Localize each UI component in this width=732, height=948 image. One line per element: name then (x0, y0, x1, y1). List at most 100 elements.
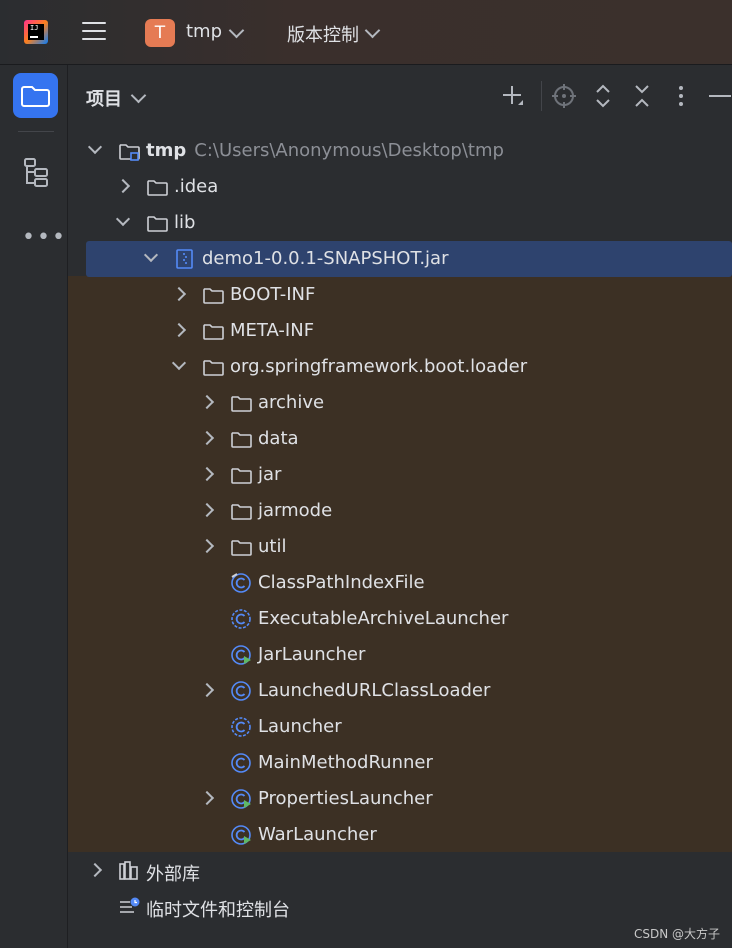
tree-row[interactable]: Launcher (68, 709, 732, 745)
tree-row[interactable]: ClassPathIndexFile (68, 565, 732, 601)
folder-icon (231, 468, 252, 484)
class-icon (231, 681, 251, 701)
item-name: MainMethodRunner (258, 752, 433, 773)
main-menu-button[interactable] (82, 22, 106, 42)
tree-row[interactable]: LaunchedURLClassLoader (68, 673, 732, 709)
tree-item-label: ClassPathIndexFile (258, 572, 425, 593)
item-name: LaunchedURLClassLoader (258, 680, 491, 701)
folder-icon (203, 324, 224, 340)
tree-item-label: JarLauncher (258, 644, 365, 665)
item-path: C:\Users\Anonymous\Desktop\tmp (194, 140, 504, 161)
chevron-right-icon[interactable] (199, 394, 215, 410)
tree-row[interactable]: data (68, 421, 732, 457)
abstract-class-icon (231, 717, 251, 737)
runnable-class-icon (231, 789, 251, 809)
project-tool-button[interactable] (13, 73, 58, 118)
module-folder-icon (119, 144, 140, 161)
project-name-dropdown[interactable]: tmp (186, 21, 222, 42)
tree-item-label: BOOT-INF (230, 284, 315, 305)
minimize-icon[interactable] (706, 83, 732, 109)
chevron-right-icon[interactable] (171, 286, 187, 302)
tree-item-label: WarLauncher (258, 824, 377, 845)
tree-row[interactable]: util (68, 529, 732, 565)
runnable-class-icon (231, 645, 251, 665)
chevron-right-icon[interactable] (87, 862, 103, 878)
item-name: PropertiesLauncher (258, 788, 433, 809)
tree-item-label: .idea (174, 176, 218, 197)
item-name: JarLauncher (258, 644, 366, 665)
item-name: jar (258, 464, 282, 485)
tree-row[interactable]: 外部库 (68, 853, 732, 889)
tree-item-label: 外部库 (146, 860, 200, 886)
tree-item-label: tmp C:\Users\Anonymous\Desktop\tmp (146, 140, 504, 161)
watermark: CSDN @大方子 (633, 927, 720, 941)
tree-row[interactable]: jarmode (68, 493, 732, 529)
item-name: jarmode (258, 500, 333, 521)
tree-row[interactable]: tmp C:\Users\Anonymous\Desktop\tmp (68, 133, 732, 169)
tree-row[interactable]: org.springframework.boot.loader (68, 349, 732, 385)
tree-row[interactable]: archive (68, 385, 732, 421)
tree-row[interactable]: WarLauncher (68, 817, 732, 853)
expand-all-icon[interactable] (590, 83, 616, 109)
chevron-right-icon[interactable] (199, 466, 215, 482)
divider (18, 131, 54, 132)
chevron-down-icon[interactable] (115, 211, 131, 227)
tree-item-label: util (258, 536, 286, 557)
add-icon[interactable] (500, 83, 526, 109)
tree-row[interactable]: JarLauncher (68, 637, 732, 673)
structure-icon[interactable] (22, 157, 50, 187)
abstract-class-icon (231, 609, 251, 629)
more-vertical-icon[interactable] (668, 83, 694, 109)
project-badge[interactable]: T (145, 19, 175, 47)
folder-icon (231, 396, 252, 412)
title-bar: IJ T tmp 版本控制 (0, 0, 732, 65)
vcs-dropdown[interactable]: 版本控制 (287, 21, 359, 47)
tree-item-label: LaunchedURLClassLoader (258, 680, 490, 701)
item-name: tmp (146, 140, 187, 161)
chevron-right-icon[interactable] (115, 178, 131, 194)
folder-icon (21, 86, 50, 107)
folder-icon (231, 432, 252, 448)
more-tools-icon[interactable]: ••• (22, 225, 67, 250)
locate-icon[interactable] (551, 83, 577, 109)
chevron-right-icon[interactable] (199, 538, 215, 554)
chevron-right-icon[interactable] (199, 502, 215, 518)
item-name: ClassPathIndexFile (258, 572, 425, 593)
tree-row[interactable]: ExecutableArchiveLauncher (68, 601, 732, 637)
tree-item-label: archive (258, 392, 324, 413)
item-name: demo1-0.0.1-SNAPSHOT.jar (202, 248, 449, 269)
item-name: lib (174, 212, 196, 233)
chevron-right-icon[interactable] (199, 682, 215, 698)
chevron-right-icon[interactable] (199, 430, 215, 446)
intellij-logo-icon[interactable]: IJ (24, 20, 48, 44)
class-link-icon (231, 573, 251, 593)
chevron-right-icon[interactable] (171, 322, 187, 338)
item-name: org.springframework.boot.loader (230, 356, 528, 377)
tree-row[interactable]: demo1-0.0.1-SNAPSHOT.jar (68, 241, 732, 277)
tree-item-label: 临时文件和控制台 (146, 896, 290, 922)
divider (541, 81, 542, 111)
folder-icon (147, 216, 168, 232)
chevron-down-icon[interactable] (130, 87, 147, 104)
item-name: util (258, 536, 287, 557)
collapse-all-icon[interactable] (629, 83, 655, 109)
chevron-down-icon[interactable] (171, 355, 187, 371)
tree-row[interactable]: .idea (68, 169, 732, 205)
folder-icon (231, 504, 252, 520)
tree-row[interactable]: jar (68, 457, 732, 493)
chevron-down-icon[interactable] (228, 22, 245, 39)
item-name: Launcher (258, 716, 342, 737)
tool-window-bar: ••• (0, 65, 68, 948)
tree-row[interactable]: PropertiesLauncher (68, 781, 732, 817)
item-name: 临时文件和控制台 (146, 900, 290, 921)
item-name: ExecutableArchiveLauncher (258, 608, 509, 629)
chevron-right-icon[interactable] (199, 790, 215, 806)
panel-title[interactable]: 项目 (86, 85, 122, 111)
tree-row[interactable]: lib (68, 205, 732, 241)
tree-row[interactable]: META-INF (68, 313, 732, 349)
tree-row[interactable]: BOOT-INF (68, 277, 732, 313)
tree-row[interactable]: MainMethodRunner (68, 745, 732, 781)
chevron-down-icon[interactable] (87, 139, 103, 155)
chevron-down-icon[interactable] (364, 22, 381, 39)
tree-row[interactable]: 临时文件和控制台 (68, 889, 732, 925)
